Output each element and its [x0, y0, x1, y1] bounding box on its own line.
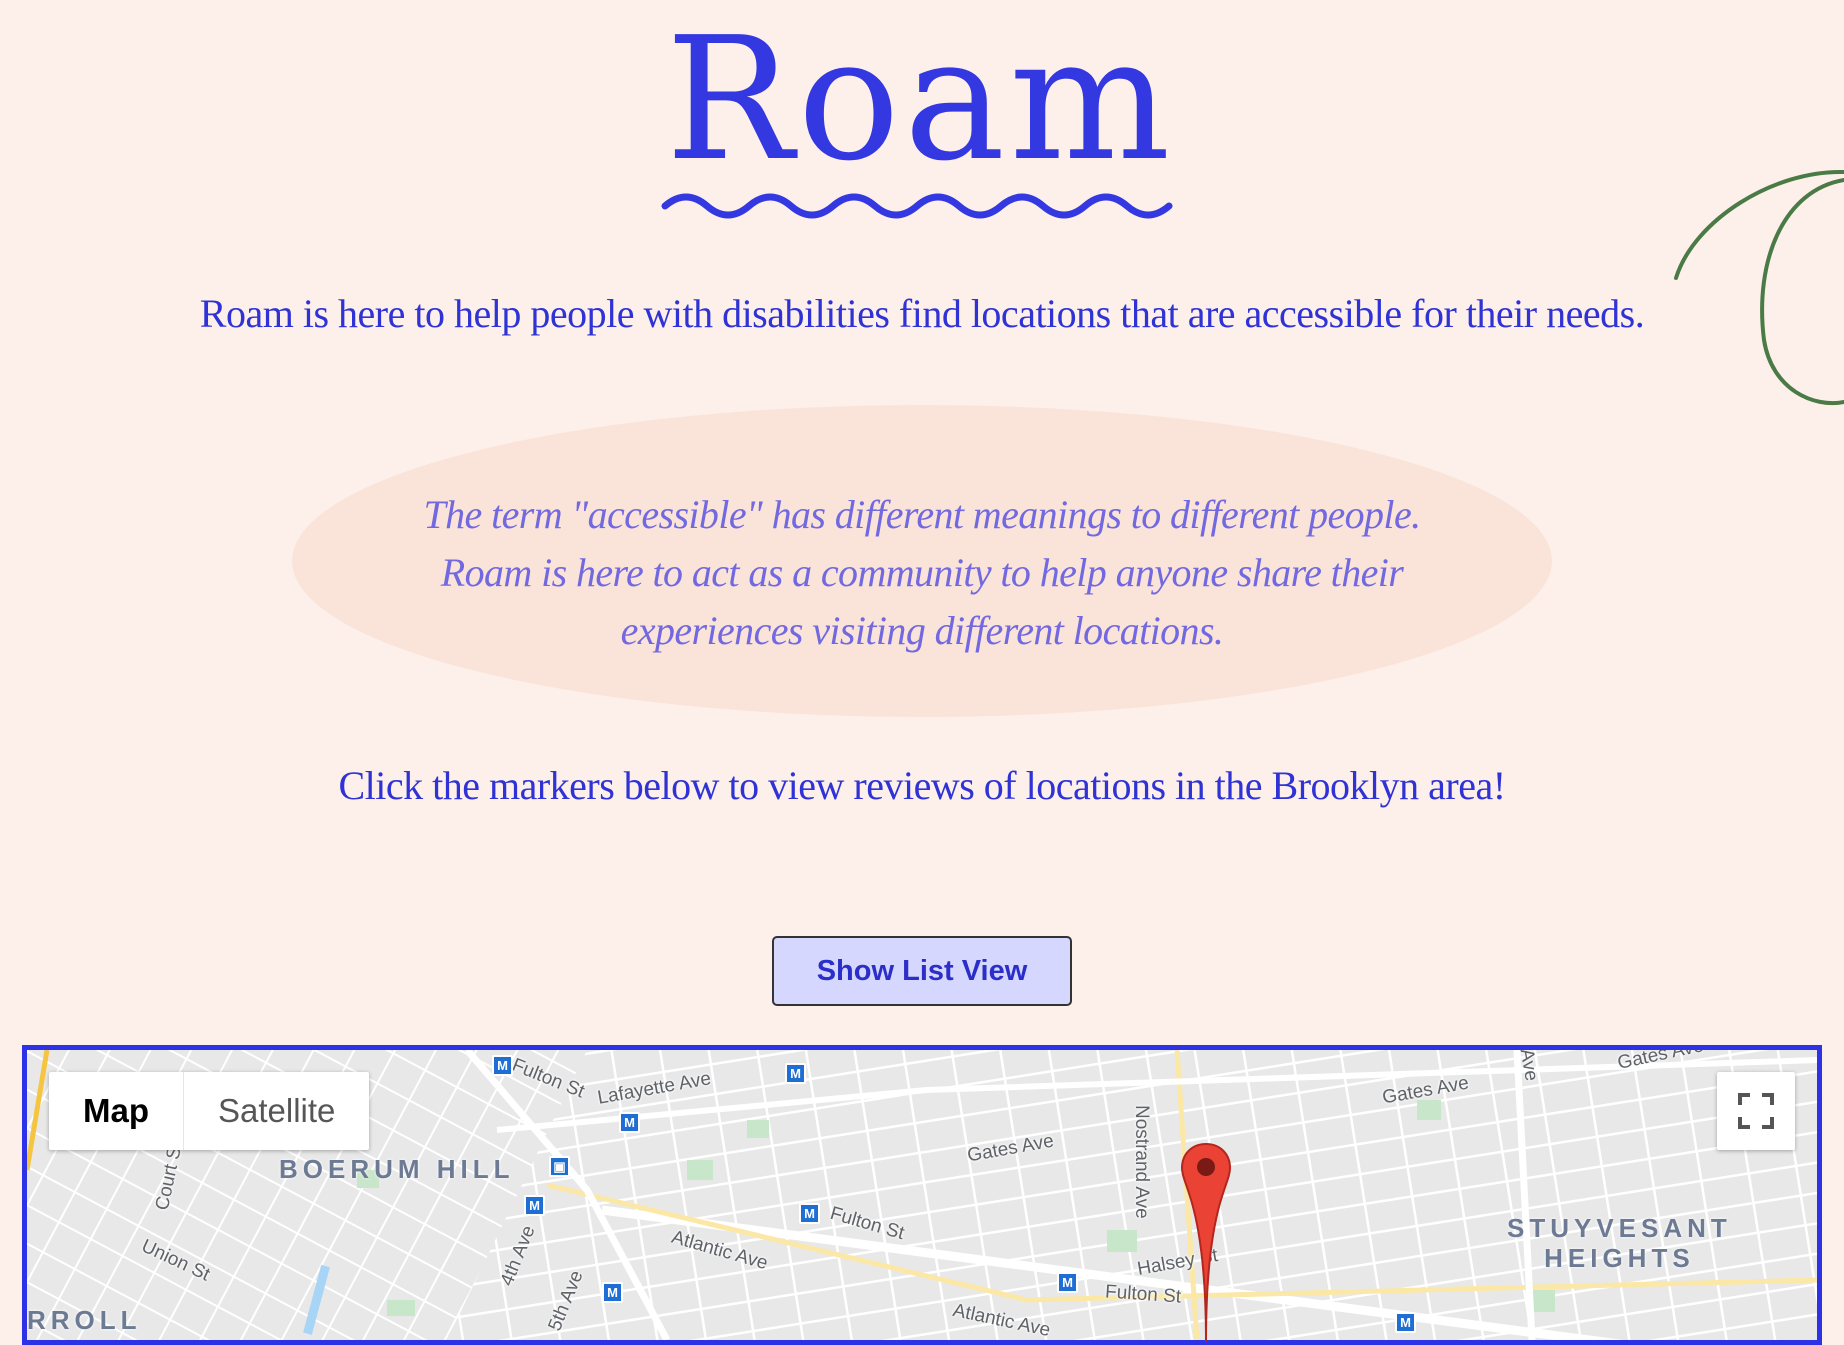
neighborhood-label: BOERUM HILL — [279, 1154, 515, 1184]
accessibility-quote: The term "accessible" has different mean… — [380, 486, 1464, 660]
quote-line: The term "accessible" has different mean… — [423, 492, 1422, 537]
metro-icon[interactable]: M — [492, 1055, 513, 1076]
metro-icon[interactable]: M — [799, 1203, 820, 1224]
map-type-map-button[interactable]: Map — [49, 1072, 184, 1150]
tagline: Roam is here to help people with disabil… — [199, 291, 1645, 336]
metro-icon[interactable]: M — [1057, 1272, 1078, 1293]
roam-logo: Roam — [650, 0, 1190, 235]
fullscreen-icon — [1738, 1093, 1774, 1129]
brooklyn-map[interactable]: Fulton St Lafayette Ave Gates Ave Gates … — [22, 1045, 1822, 1345]
quote-line: Roam is here to act as a community to he… — [440, 550, 1404, 595]
metro-icon[interactable]: M — [785, 1063, 806, 1084]
metro-icon[interactable]: M — [1395, 1312, 1416, 1333]
fullscreen-button[interactable] — [1717, 1072, 1795, 1150]
metro-icon[interactable]: M — [602, 1282, 623, 1303]
metro-icon[interactable]: M — [619, 1112, 640, 1133]
metro-icon[interactable]: ▣ — [549, 1156, 570, 1177]
map-type-satellite-button[interactable]: Satellite — [184, 1072, 369, 1150]
logo-text: Roam — [665, 1, 1175, 199]
metro-icon[interactable]: M — [524, 1195, 545, 1216]
neighborhood-label: RROLL — [27, 1305, 142, 1335]
neighborhood-label-line: STUYVESANT — [1507, 1213, 1732, 1243]
neighborhood-label-line: HEIGHTS — [1544, 1243, 1695, 1273]
street-label: Nostrand Ave — [1131, 1105, 1152, 1219]
map-type-control: Map Satellite — [49, 1072, 370, 1150]
quote-line: experiences visiting different locations… — [620, 608, 1224, 653]
logo-wave-underline — [661, 193, 1173, 219]
neighborhood-label: STUYVESANT HEIGHTS — [1507, 1213, 1732, 1273]
location-marker-icon[interactable] — [1180, 1142, 1232, 1342]
map-instructions: Click the markers below to view reviews … — [338, 763, 1506, 808]
show-list-view-button[interactable]: Show List View — [772, 936, 1072, 1006]
